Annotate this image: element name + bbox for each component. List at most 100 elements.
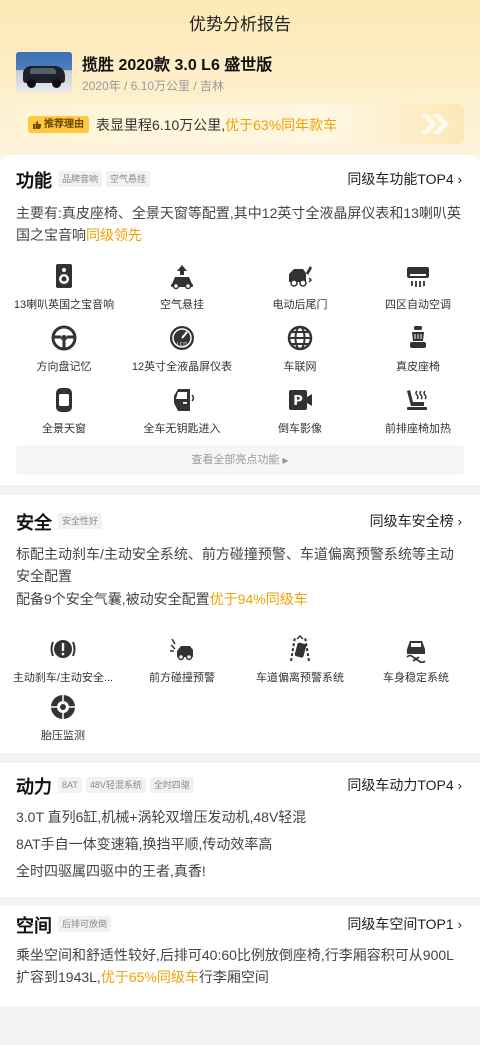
feature-label: 13喇叭英国之宝音响 — [13, 299, 115, 311]
feature-item[interactable]: 全景天窗 — [9, 386, 119, 436]
space-title: 空间 — [16, 916, 52, 936]
feature-item[interactable]: 四区自动空调 — [363, 262, 473, 312]
feature-item[interactable]: 方向盘记忆 — [9, 324, 119, 374]
safety-ranking-link[interactable]: 同级车安全榜 › — [370, 511, 462, 531]
view-all-features-button[interactable]: 查看全部亮点功能 ▶ — [16, 445, 464, 475]
recommend-reason-banner: 推荐理由 表显里程6.10万公里,优于63%同年款车 — [16, 104, 464, 144]
page-title: 优势分析报告 — [189, 15, 291, 34]
feature-item[interactable]: 前排座椅加热 — [363, 386, 473, 436]
air-conditioner-icon — [407, 267, 429, 287]
function-title: 功能 — [16, 171, 52, 191]
function-description: 主要有:真皮座椅、全景天窗等配置,其中12英寸全液晶屏仪表和13喇叭英国之宝音响… — [16, 202, 464, 246]
svg-text:LCD: LCD — [177, 342, 187, 348]
safety-feature-item[interactable]: 车身稳定系统 — [361, 635, 471, 685]
reason-highlight: 优于63%同年款车 — [225, 117, 338, 133]
chevron-right-icon: › — [457, 171, 462, 187]
safety-feature-item[interactable]: 车道偏离预警系统 — [245, 635, 355, 685]
feature-label: 12英寸全液晶屏仪表 — [131, 361, 233, 373]
keyless-door-icon — [174, 389, 195, 411]
space-desc-tail: 行李厢空间 — [198, 969, 269, 985]
collision-warning-icon — [170, 638, 193, 661]
car-meta: 2020年 / 6.10万公里 / 吉林 — [82, 79, 225, 93]
reason-plain: 表显里程6.10万公里, — [96, 117, 226, 133]
space-tags: 后排可放倒 — [58, 916, 112, 932]
view-all-label: 查看全部亮点功能 — [191, 454, 280, 466]
lane-departure-icon — [290, 635, 310, 662]
feature-item[interactable]: 全车无钥匙进入 — [127, 386, 237, 436]
recommend-reason-tag: 推荐理由 — [28, 116, 89, 133]
power-tags: 8AT 48V轻混系统 全时四驱 — [58, 777, 194, 793]
function-top4-link[interactable]: 同级车功能TOP4 › — [347, 169, 462, 189]
function-desc-highlight: 同级领先 — [86, 227, 142, 243]
power-section: 动力 8AT 48V轻混系统 全时四驱 同级车动力TOP4 › 3.0T 直列6缸… — [0, 763, 480, 897]
feature-label: 电动后尾门 — [272, 299, 328, 311]
safety-title: 安全 — [16, 513, 52, 533]
chevron-decoration-icon — [420, 114, 449, 134]
feature-item[interactable]: 车联网 — [245, 324, 355, 374]
feature-item[interactable]: 电动后尾门 — [245, 262, 355, 312]
brake-warning-icon — [50, 640, 76, 658]
feature-label: 前排座椅加热 — [385, 423, 451, 435]
function-tag: 品牌音响 — [58, 171, 103, 187]
space-link-label: 同级车空间TOP1 — [347, 916, 454, 932]
safety-desc-highlight: 优于94%同级车 — [209, 591, 308, 607]
safety-desc-plain: 配备9个安全气囊,被动安全配置 — [16, 591, 210, 607]
safety-description-active: 标配主动刹车/主动安全系统、前方碰撞预警、车道偏离预警系统等主动安全配置 — [16, 546, 454, 584]
feature-item[interactable]: 空气悬挂 — [127, 262, 237, 312]
safety-feature-item[interactable]: 胎压监测 — [8, 693, 118, 743]
car-window-shape — [30, 68, 56, 74]
air-suspension-icon — [171, 265, 193, 290]
space-desc-highlight: 优于65%同级车 — [100, 969, 199, 985]
safety-tag: 安全性好 — [58, 513, 103, 529]
safety-link-label: 同级车安全榜 — [369, 513, 454, 529]
speaker-icon — [56, 264, 72, 288]
function-tags: 品牌音响 空气悬挂 — [58, 171, 151, 187]
feature-label: 车身稳定系统 — [383, 672, 449, 684]
feature-label: 全景天窗 — [42, 423, 86, 435]
power-tag: 48V轻混系统 — [85, 777, 146, 793]
chevron-right-icon: › — [457, 916, 462, 932]
tire-pressure-icon — [51, 695, 75, 719]
feature-label: 全车无钥匙进入 — [143, 423, 221, 435]
feature-item[interactable]: 真皮座椅 — [363, 324, 473, 374]
steering-wheel-icon — [51, 325, 77, 351]
function-tag: 空气悬挂 — [106, 171, 151, 187]
power-top4-link[interactable]: 同级车动力TOP4 › — [347, 775, 462, 795]
feature-item[interactable]: LCD 12英寸全液晶屏仪表 — [127, 324, 237, 374]
space-description: 乘坐空间和舒适性较好,后排可40:60比例放倒座椅,行李厢容积可从900L扩容到… — [16, 944, 464, 988]
seat-heating-icon — [407, 390, 427, 410]
power-title: 动力 — [16, 777, 52, 797]
feature-label: 车道偏离预警系统 — [256, 672, 344, 684]
feature-label: 车联网 — [283, 361, 317, 373]
recommend-reason-text: 表显里程6.10万公里,优于63%同年款车 — [96, 115, 337, 135]
power-tag: 8AT — [58, 777, 82, 793]
chevron-right-icon: › — [457, 777, 462, 793]
space-top1-link[interactable]: 同级车空间TOP1 › — [347, 914, 462, 934]
space-tag: 后排可放倒 — [58, 916, 112, 932]
safety-section: 安全 安全性好 同级车安全榜 › 标配主动刹车/主动安全系统、前方碰撞预警、车道偏… — [0, 495, 480, 753]
reverse-camera-icon: P — [289, 390, 312, 410]
power-tag: 全时四驱 — [149, 777, 194, 793]
safety-feature-item[interactable]: 主动刹车/主动安全... — [8, 635, 118, 685]
globe-icon — [287, 325, 313, 351]
safety-feature-item[interactable]: 前方碰撞预警 — [127, 635, 237, 685]
safety-description-passive: 配备9个安全气囊,被动安全配置优于94%同级车 — [16, 588, 464, 610]
feature-label: 胎压监测 — [41, 730, 85, 742]
lcd-gauge-icon: LCD — [170, 326, 194, 350]
chevron-right-icon: › — [457, 513, 462, 529]
tailgate-icon — [289, 266, 313, 287]
function-desc-plain: 主要有:真皮座椅、全景天窗等配置,其中12英寸全液晶屏仪表和13喇叭英国之宝音响 — [16, 205, 461, 243]
car-wheel-shape — [52, 79, 61, 88]
feature-item[interactable]: 13喇叭英国之宝音响 — [9, 262, 119, 312]
car-thumbnail[interactable] — [16, 52, 72, 92]
car-name: 揽胜 2020款 3.0 L6 盛世版 — [82, 57, 273, 74]
triangle-right-icon: ▶ — [282, 456, 289, 465]
power-link-label: 同级车动力TOP4 — [347, 777, 454, 793]
seat-icon — [410, 326, 426, 348]
sunroof-icon — [56, 388, 72, 412]
feature-item[interactable]: P 倒车影像 — [245, 386, 355, 436]
feature-label: 主动刹车/主动安全... — [12, 672, 114, 684]
power-line: 3.0T 直列6缸,机械+涡轮双增压发动机,48V轻混 — [16, 809, 307, 825]
car-wheel-shape — [27, 79, 36, 88]
feature-label: 四区自动空调 — [385, 299, 451, 311]
